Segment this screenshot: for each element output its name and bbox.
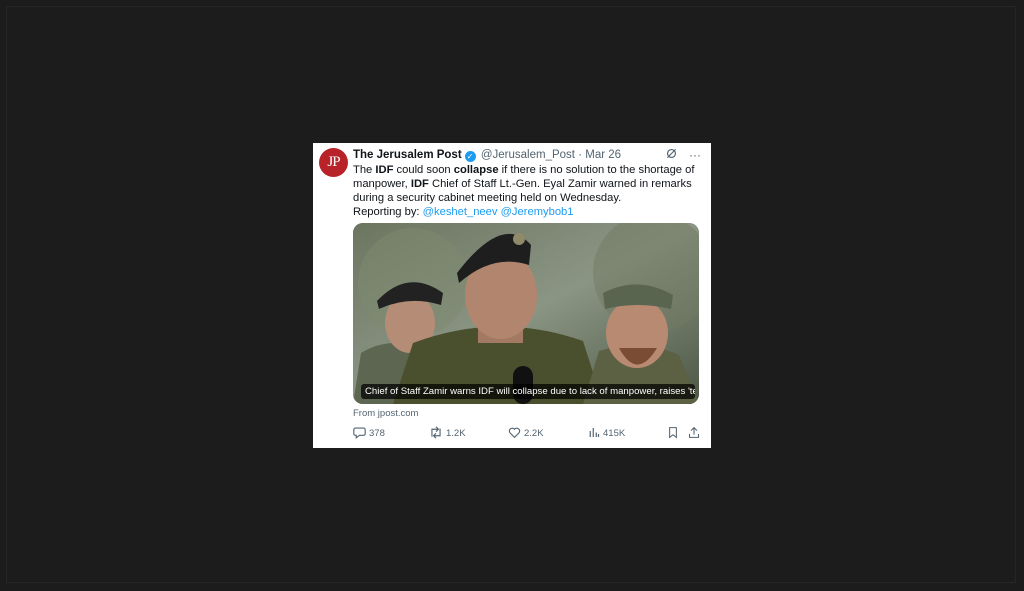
text-bold: IDF xyxy=(375,164,394,176)
bookmark-button[interactable] xyxy=(667,426,682,442)
tweet-text: The IDF could soon collapse if there is … xyxy=(353,163,701,219)
views-button[interactable]: 415K xyxy=(588,426,625,442)
text-bold: IDF xyxy=(410,178,429,190)
repost-count: 1.2K xyxy=(446,428,466,439)
display-name[interactable]: The Jerusalem Post xyxy=(353,149,462,161)
reply-icon xyxy=(353,427,366,439)
article-photo xyxy=(353,223,699,404)
repost-button[interactable]: 1.2K xyxy=(429,426,466,442)
timestamp[interactable]: Mar 26 xyxy=(585,149,621,161)
text-segment: The xyxy=(353,164,376,176)
verified-badge-icon: ✓ xyxy=(464,151,476,162)
reply-count: 378 xyxy=(369,428,385,439)
text-bold: collapse xyxy=(453,164,499,176)
like-count: 2.2K xyxy=(524,428,544,439)
separator: · xyxy=(578,149,583,161)
mention-link[interactable]: @keshet_neev xyxy=(423,206,498,218)
card-source[interactable]: From jpost.com xyxy=(353,408,418,419)
tweet-header: The Jerusalem Post ✓ @Jerusalem_Post · Ma… xyxy=(353,147,701,163)
link-preview-card[interactable]: Chief of Staff Zamir warns IDF will coll… xyxy=(353,223,699,404)
grok-icon[interactable] xyxy=(666,147,677,163)
repost-icon xyxy=(431,426,441,439)
handle[interactable]: @Jerusalem_Post xyxy=(481,149,575,161)
share-icon xyxy=(688,426,700,438)
text-segment: could soon xyxy=(393,164,454,176)
mention-link[interactable]: @Jeremybob1 xyxy=(501,206,574,218)
reply-button[interactable]: 378 xyxy=(353,426,385,442)
reporting-label: Reporting by: xyxy=(353,206,423,218)
tweet-card[interactable]: JP The Jerusalem Post ✓ @Jerusalem_Post ·… xyxy=(313,143,711,448)
action-bar: 378 1.2K 2.2K 415K xyxy=(353,426,701,442)
avatar[interactable]: JP xyxy=(319,148,348,177)
more-icon[interactable]: ··· xyxy=(689,147,701,163)
bookmark-icon xyxy=(669,427,677,439)
card-headline: Chief of Staff Zamir warns IDF will coll… xyxy=(361,384,695,399)
views-count: 415K xyxy=(603,428,626,439)
like-icon xyxy=(508,427,521,439)
like-button[interactable]: 2.2K xyxy=(508,426,544,442)
share-button[interactable] xyxy=(688,426,703,442)
views-icon xyxy=(589,428,600,437)
